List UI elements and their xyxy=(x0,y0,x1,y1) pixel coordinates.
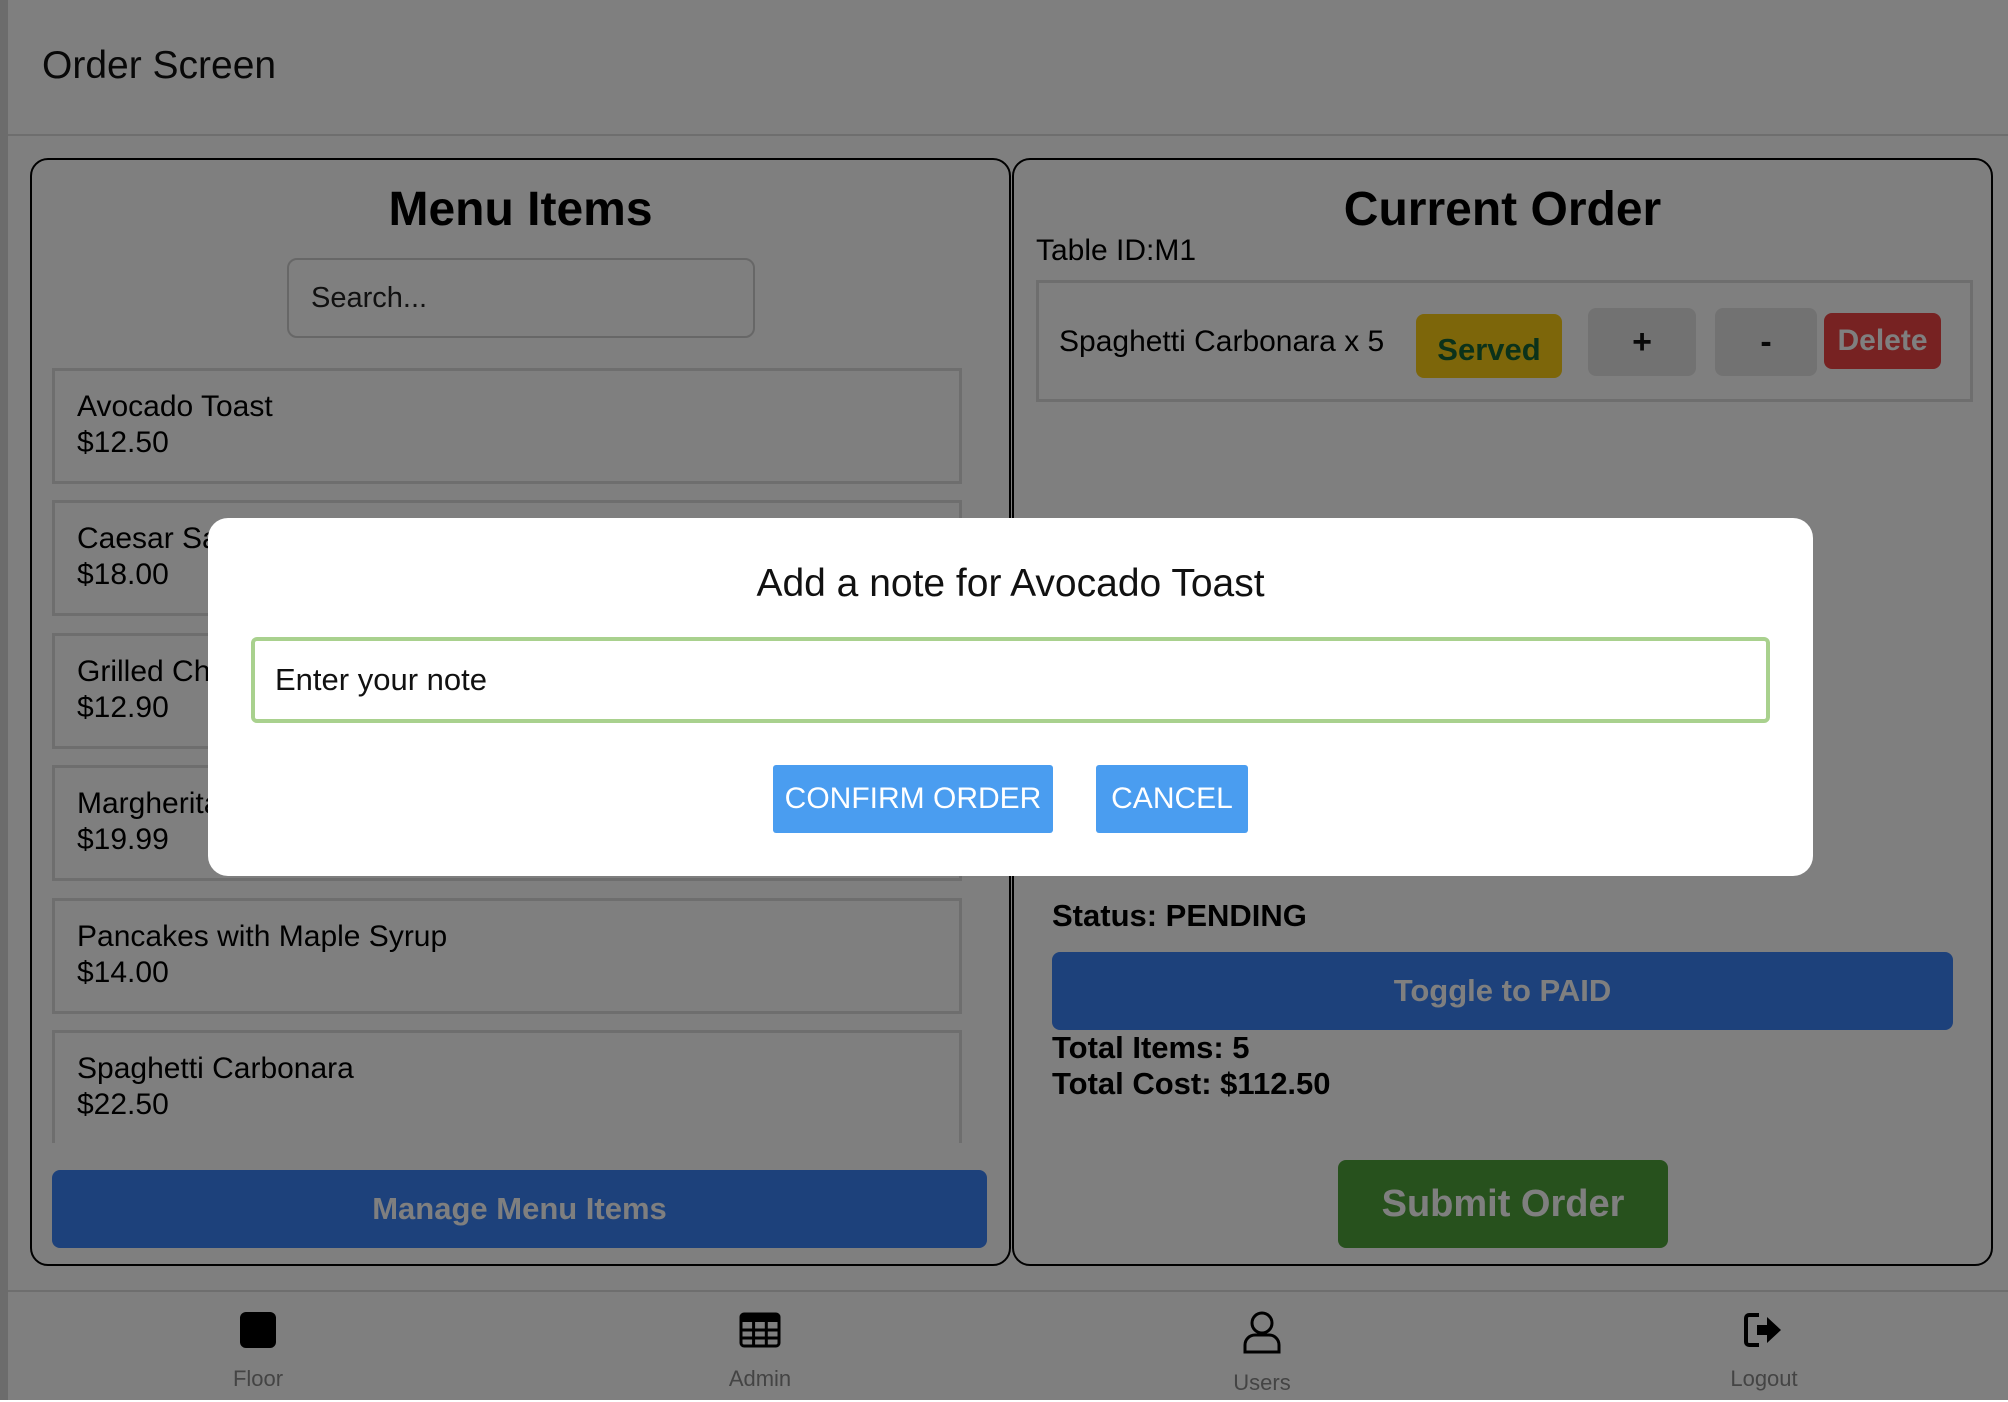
add-note-dialog: Add a note for Avocado Toast CONFIRM ORD… xyxy=(208,518,1813,876)
cancel-button[interactable]: CANCEL xyxy=(1096,765,1248,833)
confirm-order-button[interactable]: CONFIRM ORDER xyxy=(773,765,1053,833)
dialog-title: Add a note for Avocado Toast xyxy=(756,562,1265,605)
note-input[interactable] xyxy=(251,637,1770,723)
